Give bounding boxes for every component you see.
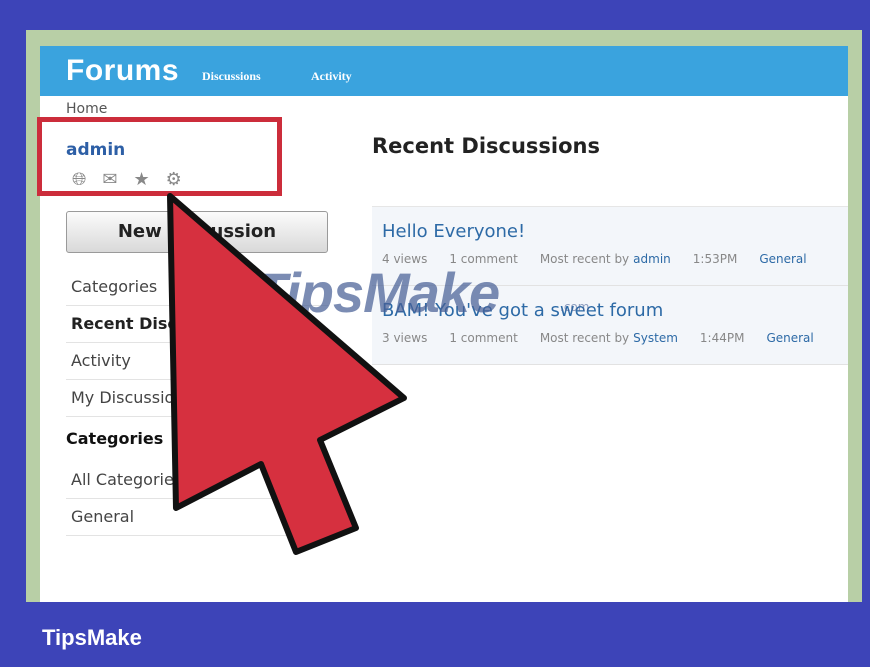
footer-brand: TipsMake bbox=[42, 625, 142, 650]
pointer-arrow-icon bbox=[167, 193, 407, 555]
